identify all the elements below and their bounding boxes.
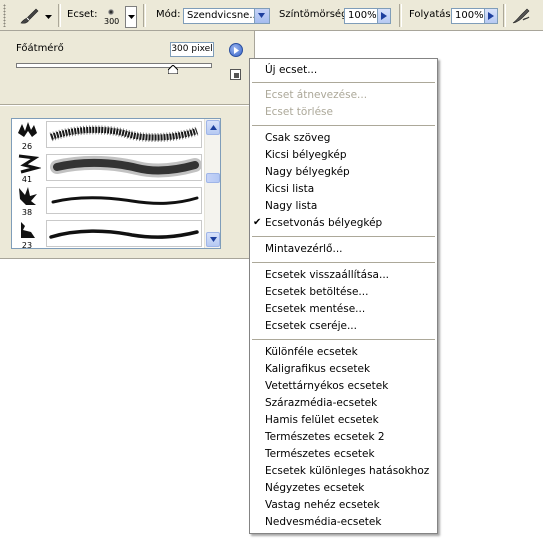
menu-item-large-thumbnail[interactable]: Nagy bélyegkép [265,165,350,179]
slider-thumb[interactable] [168,65,178,74]
brush-preview[interactable]: 300 [100,3,124,29]
menu-item-load-brushes[interactable]: Ecsetek betöltése... [265,285,368,299]
menu-item-small-list[interactable]: Kicsi lista [265,182,314,196]
brush-list: 26 41 38 23 [11,118,221,249]
menu-item-brush-set[interactable]: Vastag nehéz ecsetek [265,498,380,512]
menu-item-text-only[interactable]: Csak szöveg [265,131,330,145]
menu-item-preset-manager[interactable]: Mintavezérlő... [265,242,343,256]
menu-item-brush-set[interactable]: Nedvesmédia-ecsetek [265,515,381,529]
menu-item-new-brush[interactable]: Új ecset... [265,63,317,77]
menu-separator [252,82,435,83]
brush-row[interactable]: 26 [13,119,205,151]
toolbar-separator [399,4,402,27]
menu-item-large-list[interactable]: Nagy lista [265,199,317,213]
toolbar-grip[interactable] [3,4,6,27]
menu-item-brush-set[interactable]: Különféle ecsetek [265,345,358,359]
menu-item-small-thumbnail[interactable]: Kicsi bélyegkép [265,148,347,162]
mode-select[interactable]: Szendvicsne... [183,8,270,24]
chevron-down-icon [258,13,265,18]
menu-item-brush-set[interactable]: Vetettárnyékos ecsetek [265,379,388,393]
brush-picker-button[interactable] [125,6,137,28]
brush-panel-menu: Új ecset... Ecset átnevezése... Ecset tö… [249,58,438,534]
chevron-down-icon [128,15,135,19]
master-diameter-value: 300 pixel [171,44,213,54]
chevron-down-icon [45,15,52,19]
menu-item-reset-brushes[interactable]: Ecsetek visszaállítása... [265,268,389,282]
airbrush-toggle[interactable] [510,5,532,27]
menu-item-brush-set[interactable]: Természetes ecsetek [265,447,375,461]
toolbar-separator [58,4,61,27]
panel-divider [0,104,254,106]
toolbar-separator [503,4,506,27]
flow-label: Folyatás: [409,9,454,20]
menu-item-save-brushes[interactable]: Ecsetek mentése... [265,302,365,316]
scroll-thumb[interactable] [206,173,220,183]
mode-dropdown-button[interactable] [254,9,269,23]
master-diameter-slider[interactable] [16,63,212,68]
mode-label: Mód: [156,9,181,20]
menu-item-brush-set[interactable]: Ecsetek különleges hatásokhoz [265,464,429,478]
brush-size-label: 41 [21,175,33,184]
brush-list-scrollbar[interactable] [204,119,220,248]
scroll-up-button[interactable] [206,120,220,135]
opacity-label: Színtömörség: [279,9,351,20]
new-preset-icon[interactable] [230,69,241,80]
flow-value: 100% [455,10,484,21]
flow-input[interactable]: 100% [451,8,485,24]
brush-row[interactable]: 41 [13,152,205,184]
checkmark-icon: ✔ [253,217,262,228]
brush-label: Ecset: [67,9,98,20]
brush-row[interactable]: 38 [13,185,205,217]
chevron-up-icon [210,125,217,130]
menu-separator [252,236,435,237]
opacity-value: 100% [348,10,377,21]
menu-item-stroke-thumbnail[interactable]: Ecsetvonás bélyegkép [265,216,382,230]
menu-item-brush-set[interactable]: Kaligrafikus ecsetek [265,362,370,376]
menu-item-brush-set[interactable]: Természetes ecsetek 2 [265,430,385,444]
mode-value: Szendvicsne... [187,10,259,21]
master-diameter-input[interactable]: 300 pixel [170,42,214,57]
brush-preset-panel: Főátmérő 300 pixel 26 41 38 23 [0,31,255,259]
flow-slider-button[interactable] [484,8,498,24]
brush-size-label: 38 [21,208,33,217]
brush-size-label: 26 [21,142,33,151]
brush-stroke-preview [46,187,202,214]
panel-menu-button[interactable] [229,43,243,57]
options-bar: Ecset: 300 Mód: Szendvicsne... Színtömör… [0,0,543,31]
brush-dot-icon [108,9,114,15]
airbrush-icon [512,8,530,24]
master-diameter-label: Főátmérő [16,43,64,54]
menu-item-brush-set[interactable]: Hamis felület ecsetek [265,413,379,427]
chevron-right-icon [488,12,494,20]
brush-stroke-preview [46,154,202,181]
chevron-down-icon [210,237,217,242]
brush-size-value: 300 [104,17,120,26]
menu-item-brush-set[interactable]: Szárazmédia-ecsetek [265,396,377,410]
opacity-slider-button[interactable] [377,8,391,24]
menu-item-brush-set[interactable]: Négyzetes ecsetek [265,481,364,495]
menu-item-delete-brush: Ecset törlése [265,106,333,118]
menu-item-rename-brush: Ecset átnevezése... [265,89,368,101]
tool-preset-picker[interactable] [18,6,54,26]
menu-item-replace-brushes[interactable]: Ecsetek cseréje... [265,319,357,333]
brush-tool-icon [20,8,39,24]
chevron-right-icon [381,12,387,20]
brush-row[interactable]: 23 [13,218,205,249]
menu-separator [252,125,435,126]
opacity-input[interactable]: 100% [344,8,378,24]
menu-separator [252,262,435,263]
brush-stroke-preview [46,121,202,148]
toolbar-separator [143,4,146,27]
scroll-down-button[interactable] [206,232,220,247]
brush-size-label: 23 [21,241,33,249]
chevron-right-icon [234,47,239,54]
brush-stroke-preview [46,220,202,247]
menu-separator [252,339,435,340]
